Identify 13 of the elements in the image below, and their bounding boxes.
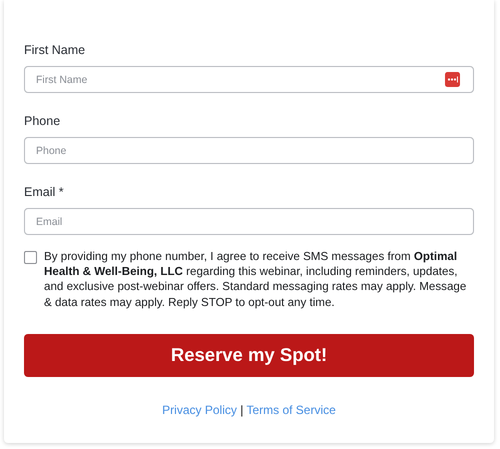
- privacy-policy-link[interactable]: Privacy Policy: [162, 402, 237, 417]
- field-label: First Name: [24, 43, 86, 59]
- password-manager-icon[interactable]: [445, 72, 460, 87]
- field-label: Email *: [24, 185, 65, 201]
- input-field[interactable]: Phone: [24, 137, 474, 164]
- link-separator: |: [240, 402, 244, 417]
- input-field[interactable]: Email: [24, 208, 474, 235]
- input-field[interactable]: First Name: [24, 66, 474, 93]
- consent-checkbox[interactable]: [24, 251, 37, 264]
- consent-text: By providing my phone number, I agree to receive SMS messages from Optimal Health & Well-Being, LLC regarding this webinar, including reminders, updates, and exclusive post-webinar offers. Standard messaging rates may apply. Message & data rates may apply. Reply STOP to opt-out any time.: [44, 249, 468, 310]
- field-label: Phone: [24, 114, 62, 130]
- reserve-button[interactable]: Reserve my Spot!: [24, 334, 474, 377]
- terms-of-service-link[interactable]: Terms of Service: [246, 402, 336, 417]
